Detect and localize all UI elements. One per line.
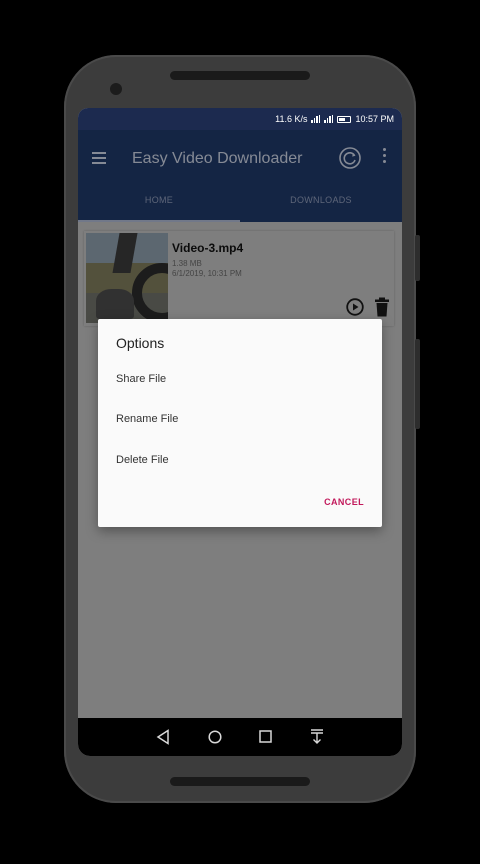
status-time: 10:57 PM <box>355 114 394 124</box>
signal-icon-2 <box>324 115 334 123</box>
battery-icon <box>337 115 352 123</box>
home-icon[interactable] <box>208 730 222 744</box>
cancel-button[interactable]: CANCEL <box>324 497 364 507</box>
status-bar: 11.6 K/s 10:57 PM <box>78 108 402 130</box>
device-screen: 11.6 K/s 10:57 PM Easy Video Downloader … <box>78 108 402 756</box>
front-camera <box>110 83 122 95</box>
signal-icon <box>311 115 321 123</box>
system-nav-bar <box>78 718 402 756</box>
delete-file-option[interactable]: Delete File <box>116 454 169 466</box>
rename-file-option[interactable]: Rename File <box>116 413 178 425</box>
share-file-option[interactable]: Share File <box>116 373 166 385</box>
options-dialog: Options Share File Rename File Delete Fi… <box>98 319 382 527</box>
back-icon[interactable] <box>156 729 170 745</box>
dialog-title: Options <box>116 335 165 351</box>
volume-button <box>415 235 420 281</box>
top-speaker <box>170 71 310 80</box>
network-speed: 11.6 K/s <box>275 114 308 124</box>
download-tray-icon[interactable] <box>310 728 324 746</box>
recents-icon[interactable] <box>259 730 272 743</box>
power-button <box>415 339 420 429</box>
bottom-speaker <box>170 777 310 786</box>
